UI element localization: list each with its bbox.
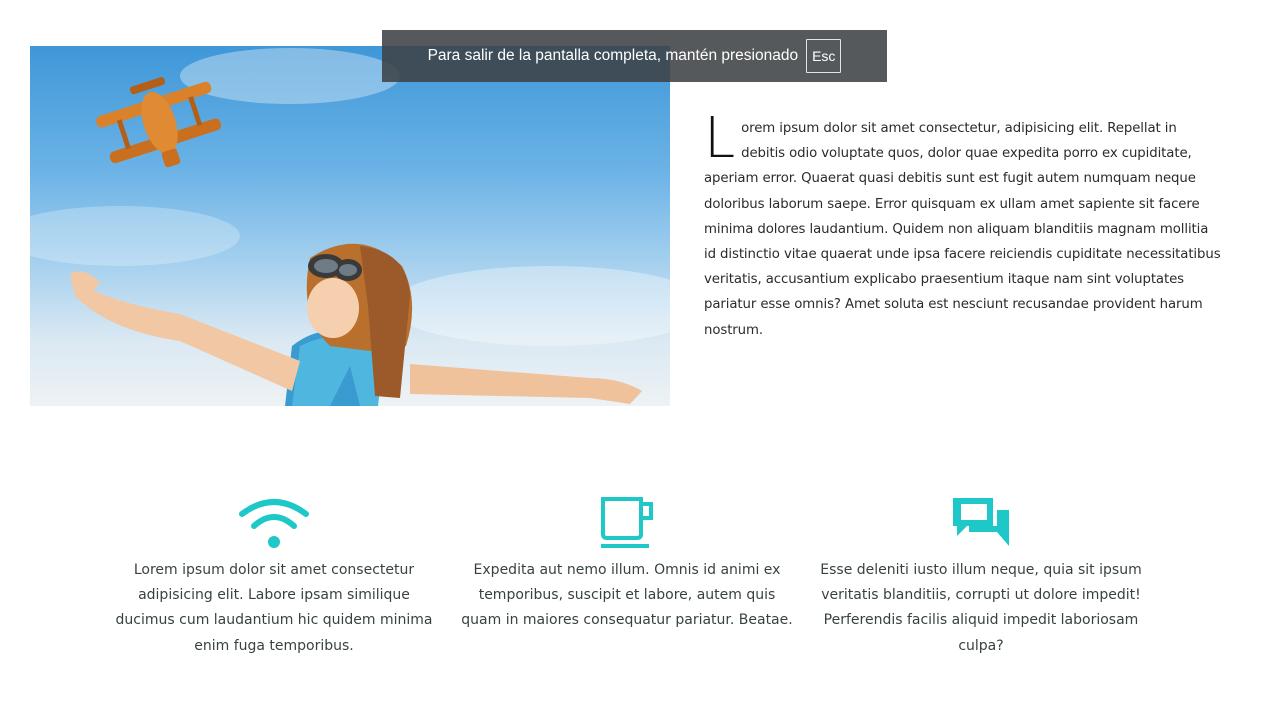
feature-coffee: Expedita aut nemo illum. Omnis id animi …	[460, 490, 794, 634]
fullscreen-message: Para salir de la pantalla completa, mant…	[427, 47, 799, 64]
dropcap-letter: L	[704, 106, 736, 171]
feature-text: Lorem ipsum dolor sit amet consectetur a…	[115, 562, 433, 654]
article-body: orem ipsum dolor sit amet consectetur, a…	[704, 121, 1221, 338]
coffee-cup-icon	[460, 490, 794, 554]
child-aviator-photo	[30, 48, 670, 406]
wifi-icon	[108, 490, 440, 554]
features-section: Lorem ipsum dolor sit amet consectetur a…	[0, 490, 1280, 690]
esc-key-hint: Esc	[806, 39, 842, 73]
hero-image	[30, 46, 670, 406]
feature-text: Expedita aut nemo illum. Omnis id animi …	[461, 562, 793, 629]
feature-text: Esse deleniti iusto illum neque, quia si…	[820, 562, 1142, 654]
article-text: L orem ipsum dolor sit amet consectetur,…	[704, 106, 1224, 343]
feature-wifi: Lorem ipsum dolor sit amet consectetur a…	[108, 490, 440, 659]
feature-chat: Esse deleniti iusto illum neque, quia si…	[818, 490, 1144, 659]
chat-bubbles-icon	[818, 490, 1144, 554]
fullscreen-exit-banner: Para salir de la pantalla completa, mant…	[382, 30, 887, 82]
